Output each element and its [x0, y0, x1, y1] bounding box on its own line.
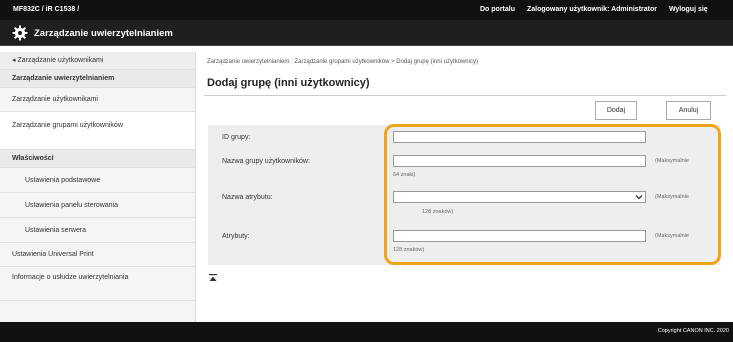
logout-link[interactable]: Wyloguj się	[669, 6, 708, 13]
sidebar-item-user-management[interactable]: Zarządzanie użytkownikami	[0, 88, 195, 112]
sidebar-item-panel-settings[interactable]: Ustawienia panelu sterowania	[0, 193, 195, 218]
sidebar-item-group-management[interactable]: Zarządzanie grupami użytkowników	[0, 112, 195, 150]
attributes-label: Atrybuty:	[222, 233, 250, 240]
copyright: Copyright CANON INC. 2020	[657, 328, 729, 334]
divider	[204, 95, 726, 96]
group-id-label: ID grupy:	[222, 134, 251, 141]
app-title-bar: Zarządzanie uwierzytelnianiem	[0, 20, 733, 46]
scroll-to-top-icon[interactable]	[208, 273, 218, 283]
logged-user: Zalogowany użytkownik: Administrator	[526, 6, 657, 13]
attribute-name-label: Nazwa atrybutu:	[222, 194, 273, 201]
page-title: Dodaj grupę (inni użytkownicy)	[207, 77, 370, 89]
top-bar: MF832C / iR C1538 / Do portalu Zalogowan…	[0, 0, 733, 20]
add-button[interactable]: Dodaj	[595, 101, 637, 120]
sidebar-back-link[interactable]: ◂ Zarządzanie użytkownikami	[0, 52, 195, 70]
group-name-label: Nazwa grupy użytkowników:	[222, 158, 310, 165]
sidebar-item-server-settings[interactable]: Ustawienia serwera	[0, 218, 195, 243]
sidebar-item-basic-settings[interactable]: Ustawienia podstawowe	[0, 168, 195, 193]
device-name: MF832C / iR C1538 /	[13, 6, 80, 13]
sidebar: ◂ Zarządzanie użytkownikami Zarządzanie …	[0, 52, 196, 322]
breadcrumb: Zarządzanie uwierzytelnianiem : Zarządza…	[207, 59, 478, 65]
sidebar-item-universal-print[interactable]: Ustawienia Universal Print	[0, 243, 195, 267]
cancel-button[interactable]: Anuluj	[666, 101, 711, 120]
portal-link[interactable]: Do portalu	[480, 6, 515, 13]
header-links: Do portalu Zalogowany użytkownik: Admini…	[480, 6, 718, 13]
gear-icon	[12, 25, 28, 41]
sidebar-section-auth: Zarządzanie uwierzytelnianiem	[0, 70, 195, 88]
app-title: Zarządzanie uwierzytelnianiem	[34, 28, 173, 39]
footer: Copyright CANON INC. 2020	[0, 322, 733, 342]
sidebar-item-auth-service-info[interactable]: Informacje o usłudze uwierzytelniania	[0, 267, 195, 301]
sidebar-section-properties: Właściwości	[0, 150, 195, 168]
highlight-frame	[384, 124, 721, 265]
